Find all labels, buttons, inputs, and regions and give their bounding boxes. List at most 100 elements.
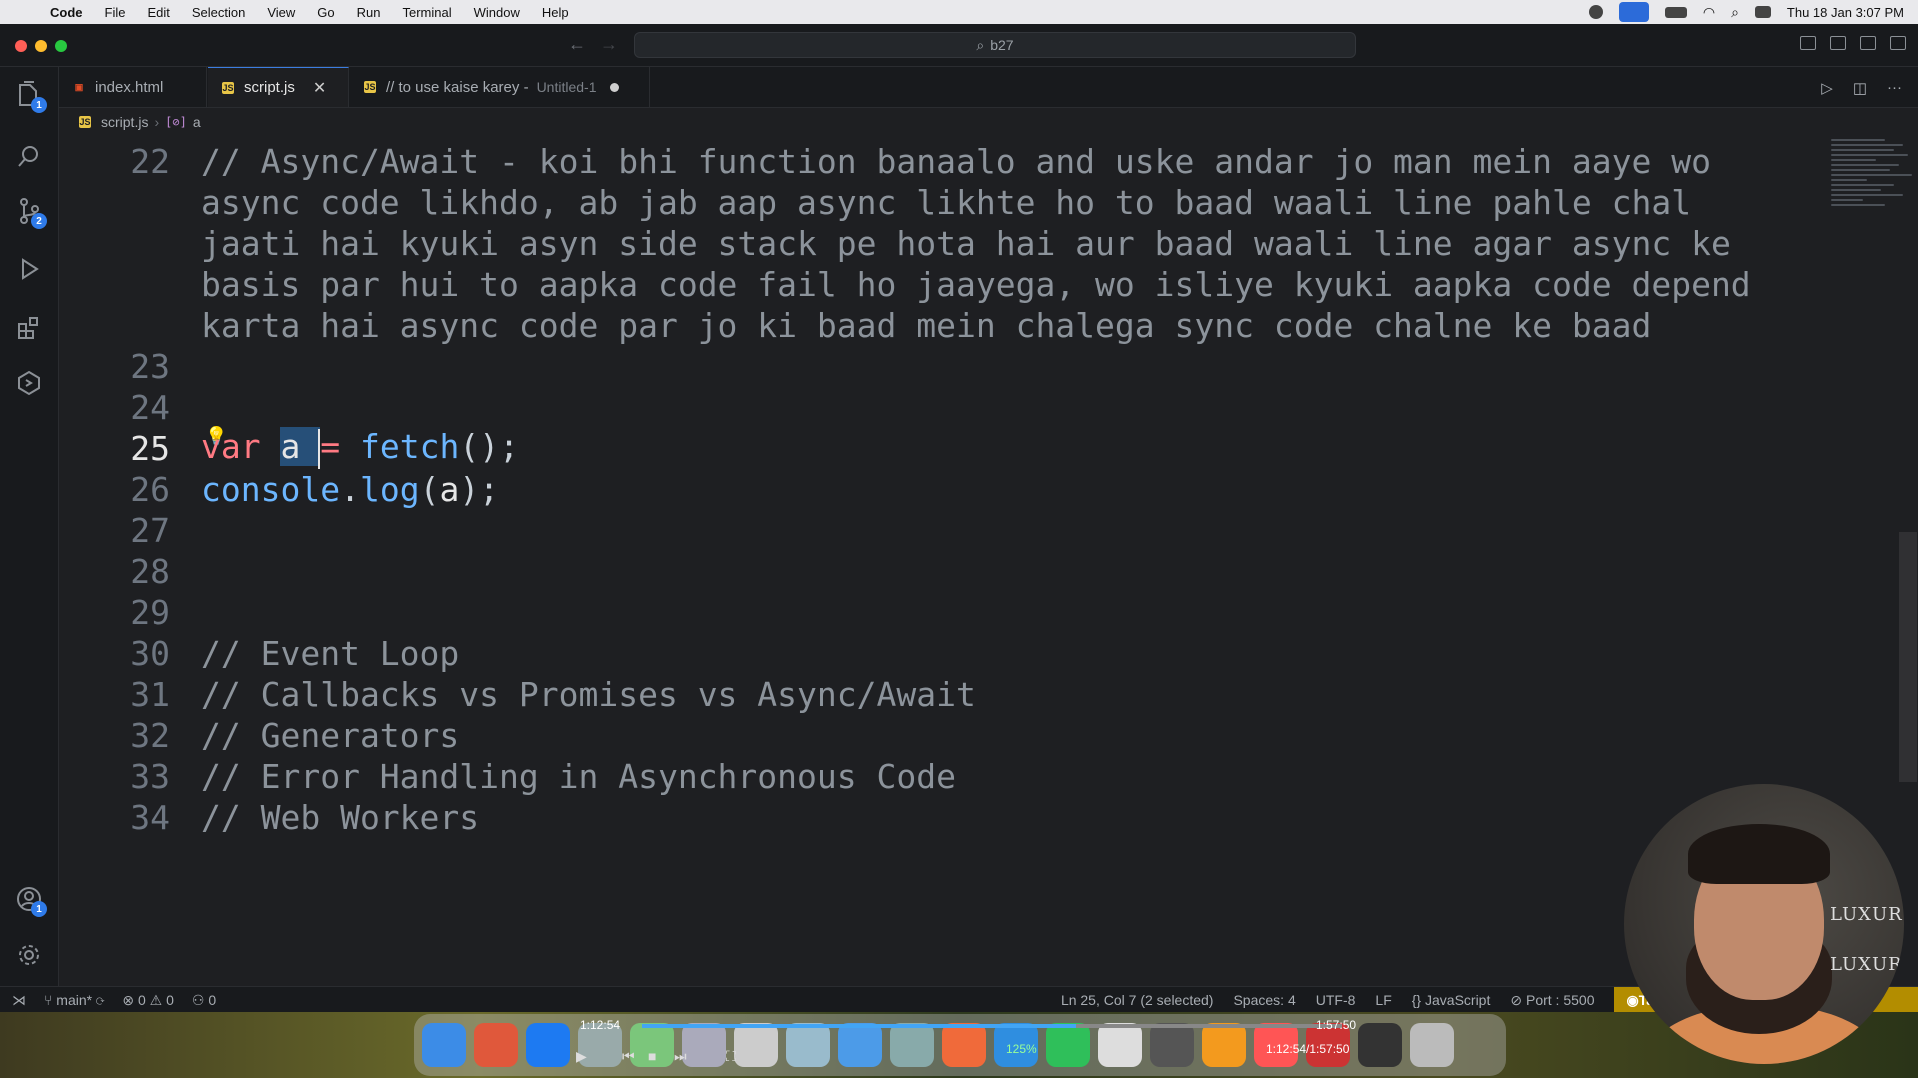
go-forward-icon[interactable]: →	[600, 34, 618, 55]
html-file-icon: ▣	[74, 81, 84, 92]
battery-icon[interactable]	[1664, 6, 1687, 18]
control-center-icon[interactable]	[1754, 6, 1771, 18]
live-server-port[interactable]: ⊘ Port : 5500	[1510, 992, 1594, 1009]
tab-index-html[interactable]: ▣ index.html	[59, 67, 207, 107]
command-center-search[interactable]: ⌕ b27	[634, 32, 1356, 58]
toggle-primary-sidebar-icon[interactable]	[1800, 36, 1816, 50]
app-store-icon[interactable]	[526, 1023, 570, 1067]
explorer-icon[interactable]: 1	[13, 79, 47, 113]
screen-recorder-icon[interactable]	[1358, 1023, 1402, 1067]
breadcrumb-file[interactable]: script.js	[101, 114, 148, 130]
line-number: 27	[130, 510, 170, 550]
accounts-badge: 1	[31, 901, 47, 917]
search-icon: ⌕	[976, 36, 985, 53]
code-text: // Error Handling in Asynchronous Code	[201, 756, 956, 796]
menu-go[interactable]: Go	[317, 5, 334, 20]
wifi-icon[interactable]: ◠	[1703, 4, 1715, 21]
window-title-bar: ← → ⌕ b27	[0, 24, 1918, 67]
trash-icon[interactable]	[1410, 1023, 1454, 1067]
customize-layout-icon[interactable]	[1890, 36, 1906, 50]
encoding[interactable]: UTF-8	[1316, 992, 1356, 1008]
menu-run[interactable]: Run	[357, 5, 381, 20]
manage-gear-icon[interactable]	[13, 939, 45, 971]
source-control-icon[interactable]: 2	[13, 195, 47, 229]
fast-forward-icon[interactable]: ⏭	[674, 1048, 687, 1065]
menu-terminal[interactable]: Terminal	[403, 5, 452, 20]
accounts-icon[interactable]: 1	[13, 883, 47, 917]
menu-window[interactable]: Window	[474, 5, 520, 20]
activity-bar: 1 2 1	[0, 67, 59, 986]
tab-script-js[interactable]: JS script.js ✕	[208, 67, 349, 107]
menu-app-name[interactable]: Code	[50, 5, 83, 20]
explorer-badge: 1	[31, 97, 47, 113]
breadcrumb-symbol[interactable]: a	[193, 114, 201, 130]
language-mode[interactable]: {} JavaScript	[1412, 992, 1491, 1008]
launchpad-icon[interactable]	[474, 1023, 518, 1067]
line-number: 28	[130, 551, 170, 591]
close-window-button[interactable]	[15, 40, 27, 52]
rewind-icon[interactable]: ⏮	[622, 1048, 635, 1065]
run-and-debug-icon[interactable]	[13, 253, 45, 285]
line-number: 33	[130, 756, 170, 796]
go-back-icon[interactable]: ←	[568, 34, 586, 55]
more-actions-icon[interactable]: ···	[1887, 79, 1902, 97]
braces-icon: {}	[1411, 992, 1425, 1008]
player-progress-fill	[642, 1024, 1076, 1028]
indentation[interactable]: Spaces: 4	[1233, 992, 1295, 1008]
unsaved-dot-icon[interactable]	[610, 82, 620, 92]
remote-explorer-icon[interactable]	[13, 367, 45, 399]
git-branch[interactable]: ⑂ main* ⟳	[44, 992, 104, 1008]
menu-selection[interactable]: Selection	[192, 5, 245, 20]
js-file-icon: JS	[364, 81, 376, 93]
presenter-hair	[1688, 824, 1830, 884]
player-volume-level[interactable]: 125%	[1006, 1042, 1037, 1056]
code-text: jaati hai kyuki asyn side stack pe hota …	[201, 223, 1731, 263]
variable-symbol-icon: [⊘]	[165, 115, 187, 129]
finder-icon[interactable]	[422, 1023, 466, 1067]
minimap[interactable]	[1831, 136, 1918, 316]
status-bar: ⋊ ⑂ main* ⟳ ⊗ 0 ⚠ 0 ⚇ 0 Ln 25, Col 7 (2 …	[0, 986, 1918, 1013]
end-of-line[interactable]: LF	[1375, 992, 1391, 1008]
ports-indicator[interactable]: ⚇ 0	[192, 992, 216, 1009]
menu-view[interactable]: View	[267, 5, 295, 20]
code-text-var-a: var a = fetch();	[201, 427, 519, 469]
play-icon[interactable]: ▶	[576, 1048, 587, 1065]
remote-indicator-icon[interactable]: ⋊	[12, 992, 26, 1009]
tab-untitled-1[interactable]: JS // to use kaise karey - Untitled-1	[350, 67, 650, 107]
menu-file[interactable]: File	[105, 5, 126, 20]
extensions-icon[interactable]	[13, 311, 45, 343]
macos-menu-bar: Code File Edit Selection View Go Run Ter…	[0, 0, 1918, 24]
problems-indicator[interactable]: ⊗ 0 ⚠ 0	[122, 992, 174, 1009]
code-text: // Event Loop	[201, 633, 460, 673]
command-center-label: b27	[990, 37, 1014, 53]
branch-icon: ⑂	[44, 992, 57, 1008]
cursor-position[interactable]: Ln 25, Col 7 (2 selected)	[1061, 992, 1214, 1008]
stop-icon[interactable]: ■	[648, 1048, 656, 1064]
no-entry-icon: ⊘	[1510, 991, 1526, 1008]
focus-icon[interactable]	[1588, 5, 1603, 19]
player-time-combined: 1:12:54/1:57:50	[1266, 1042, 1350, 1056]
screen-mirroring-icon[interactable]	[1618, 2, 1649, 22]
toggle-panel-icon[interactable]	[1830, 36, 1846, 50]
toggle-secondary-sidebar-icon[interactable]	[1860, 36, 1876, 50]
chevron-right-icon: ›	[154, 114, 160, 130]
spotlight-search-icon[interactable]: ⌕	[1731, 4, 1739, 21]
menu-help[interactable]: Help	[542, 5, 569, 20]
search-view-icon[interactable]	[13, 141, 45, 173]
menu-edit[interactable]: Edit	[147, 5, 169, 20]
run-code-icon[interactable]: ▷	[1821, 79, 1833, 97]
split-editor-icon[interactable]: ◫	[1853, 79, 1867, 97]
editor-scrollbar[interactable]	[1899, 532, 1917, 782]
fullscreen-icon[interactable]: ⛶	[726, 1048, 736, 1065]
close-tab-icon[interactable]: ✕	[313, 78, 326, 98]
webcam-overlay: LUXUR LUXUR	[1624, 784, 1904, 1064]
wall-logo-text: LUXUR	[1830, 904, 1903, 925]
media-player-overlay: 1:12:54 1:57:50 ▶ ⏮ ■ ⏭ ⛶ 125% 1:12:54/1…	[576, 1018, 1358, 1076]
js-file-icon: JS	[79, 116, 91, 128]
layout-controls	[1800, 36, 1906, 50]
code-text: basis par hui to aapka code fail ho jaay…	[201, 264, 1751, 304]
minimize-window-button[interactable]	[35, 40, 47, 52]
zoom-window-button[interactable]	[55, 40, 67, 52]
menu-bar-clock[interactable]: Thu 18 Jan 3:07 PM	[1787, 5, 1904, 20]
wall-logo-text-reflection: LUXUR	[1830, 954, 1903, 975]
